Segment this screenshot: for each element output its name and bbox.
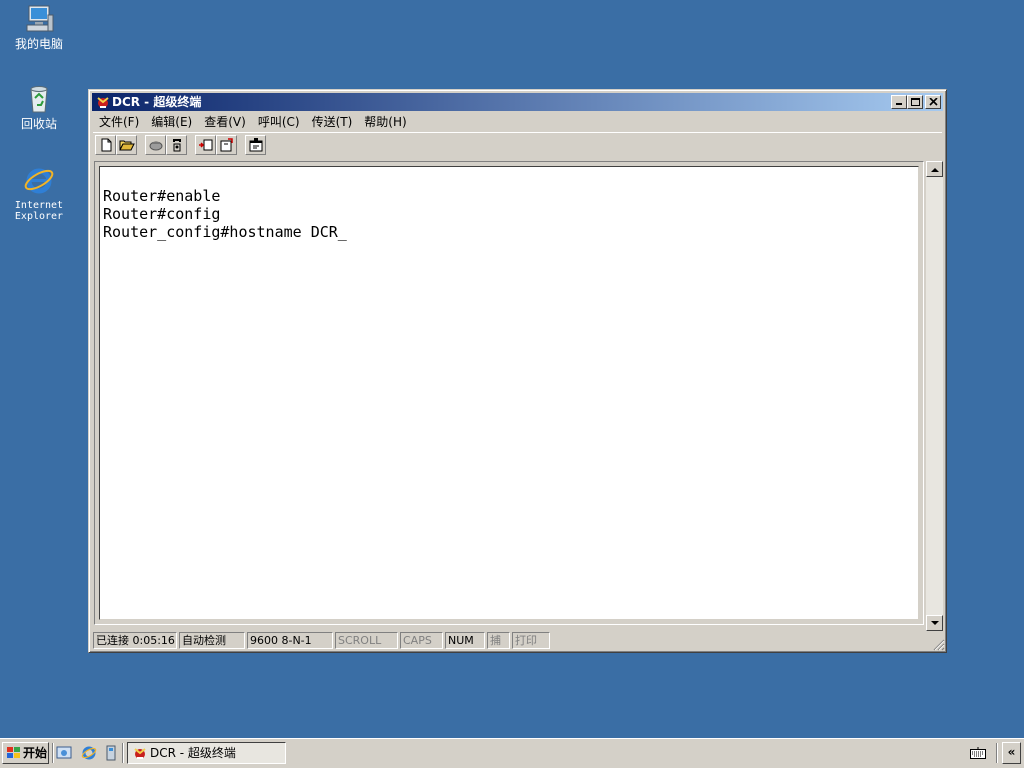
maximize-button[interactable] — [907, 95, 923, 109]
desktop-icon-label-line1: Internet — [14, 200, 64, 211]
scroll-down-button[interactable] — [926, 615, 943, 631]
open-button[interactable] — [116, 134, 137, 155]
status-scroll: SCROLL — [335, 631, 398, 649]
status-connected: 已连接 0:05:16 — [93, 631, 177, 649]
windows-flag-icon — [7, 747, 20, 758]
recycle-bin-icon — [30, 86, 48, 113]
arrow-up-icon — [931, 168, 939, 172]
menu-help[interactable]: 帮助(H) — [358, 113, 412, 130]
hyperterminal-app-icon — [97, 97, 109, 108]
computer-icon — [26, 5, 54, 32]
status-capture: 捕 — [487, 631, 510, 649]
taskbar: 开始 DCR - 超级终端 « — [0, 738, 1024, 768]
open-icon — [118, 140, 135, 150]
title-bar[interactable]: DCR - 超级终端 — [92, 93, 943, 111]
disconnect-icon — [149, 141, 162, 150]
new-icon — [101, 138, 111, 151]
window-title: DCR - 超级终端 — [112, 95, 202, 109]
menu-view[interactable]: 查看(V) — [198, 113, 252, 130]
menu-edit[interactable]: 编辑(E) — [145, 113, 198, 130]
desktop-icon-label: 我的电脑 — [14, 37, 63, 51]
terminal-line: Router#config — [103, 205, 221, 223]
status-num: NUM — [445, 631, 485, 649]
taskbar-item-dcr[interactable]: DCR - 超级终端 — [127, 742, 286, 764]
status-caps: CAPS — [400, 631, 443, 649]
desktop-icon-recycle-bin[interactable]: 回收站 — [1, 83, 77, 131]
menu-bar: 文件(F) 编辑(E) 查看(V) 呼叫(C) 传送(T) 帮助(H) — [93, 112, 942, 131]
scroll-up-button[interactable] — [926, 161, 943, 177]
terminal-screen[interactable]: Router#enable Router#config Router_config#… — [99, 166, 919, 620]
properties-icon — [249, 137, 262, 151]
explorer-quicklaunch-icon[interactable] — [104, 745, 118, 761]
menu-call[interactable]: 呼叫(C) — [252, 113, 306, 130]
taskbar-item-label: DCR - 超级终端 — [150, 746, 236, 760]
disconnect-button[interactable] — [145, 134, 166, 155]
call-button[interactable] — [166, 134, 187, 155]
status-port: 9600 8-N-1 — [247, 631, 333, 649]
hyperterminal-window: DCR - 超级终端 文件(F) 编辑(E) 查看(V) 呼叫(C) 传送(T)… — [88, 89, 947, 653]
terminal-frame: Router#enable Router#config Router_config#… — [94, 161, 924, 625]
desktop-icon-label-line2: Explorer — [14, 211, 64, 222]
menu-transfer[interactable]: 传送(T) — [306, 113, 359, 130]
send-button[interactable] — [195, 134, 216, 155]
menu-file[interactable]: 文件(F) — [93, 113, 145, 130]
status-bar: 已连接 0:05:16 自动检测 9600 8-N-1 SCROLL CAPS … — [93, 631, 942, 649]
new-button[interactable] — [95, 134, 116, 155]
minimize-button[interactable] — [891, 95, 907, 109]
start-button[interactable]: 开始 — [2, 742, 49, 764]
send-icon — [198, 139, 212, 150]
close-icon — [929, 98, 938, 106]
terminal-line: Router_config#hostname DCR_ — [103, 223, 347, 241]
show-desktop-icon[interactable] — [56, 745, 72, 761]
ie-quicklaunch-icon[interactable] — [81, 745, 97, 761]
close-button[interactable] — [925, 95, 941, 109]
toolbar — [93, 132, 942, 156]
maximize-icon — [911, 98, 920, 106]
hyperterminal-app-icon — [134, 748, 146, 759]
terminal-line: Router#enable — [103, 187, 221, 205]
minimize-icon — [896, 103, 902, 105]
resize-grip-icon[interactable] — [932, 638, 945, 651]
start-label: 开始 — [23, 746, 48, 760]
keyboard-tray-icon[interactable] — [970, 747, 986, 759]
vertical-scrollbar[interactable] — [926, 161, 943, 631]
arrow-down-icon — [931, 621, 939, 625]
status-detect: 自动检测 — [179, 631, 245, 649]
show-hidden-icons-button[interactable]: « — [1002, 742, 1021, 764]
receive-button[interactable] — [216, 134, 237, 155]
ie-icon — [24, 168, 54, 194]
desktop-icon-internet-explorer[interactable]: Internet Explorer — [1, 165, 77, 222]
desktop-icon-my-computer[interactable]: 我的电脑 — [1, 3, 77, 51]
status-print: 打印 — [512, 631, 550, 649]
properties-button[interactable] — [245, 134, 266, 155]
desktop-icon-label: 回收站 — [20, 117, 57, 131]
receive-icon — [220, 137, 233, 151]
call-icon — [172, 138, 181, 151]
